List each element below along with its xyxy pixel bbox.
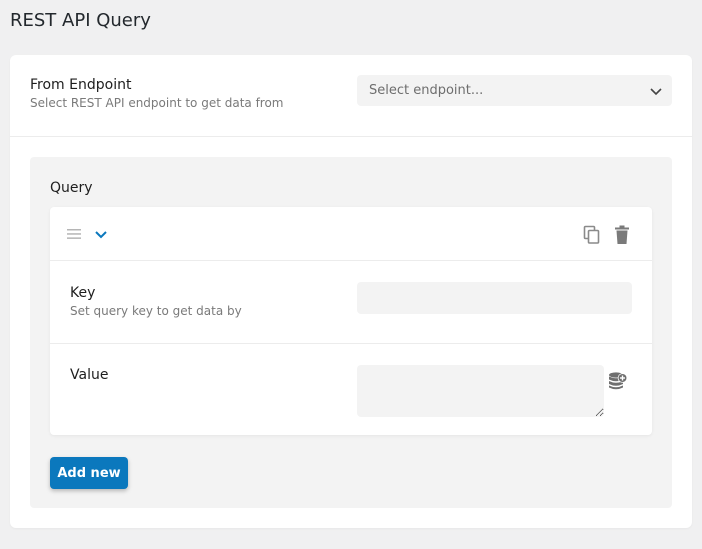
query-panel: Query Key Set query key to get data by V… xyxy=(30,157,672,508)
key-input[interactable] xyxy=(357,282,632,314)
page-title: REST API Query xyxy=(10,10,151,31)
trash-icon[interactable] xyxy=(613,225,631,245)
key-text: Key Set query key to get data by xyxy=(70,285,242,318)
key-help: Set query key to get data by xyxy=(70,304,242,318)
endpoint-select-placeholder: Select endpoint... xyxy=(369,83,484,98)
endpoint-row: From Endpoint Select REST API endpoint t… xyxy=(10,55,692,137)
endpoint-text: From Endpoint Select REST API endpoint t… xyxy=(30,77,284,110)
settings-card: From Endpoint Select REST API endpoint t… xyxy=(10,55,692,528)
value-row: Value xyxy=(50,345,652,435)
database-add-icon[interactable] xyxy=(608,371,628,391)
endpoint-label: From Endpoint xyxy=(30,77,132,93)
value-textarea[interactable] xyxy=(357,365,604,417)
chevron-down-icon xyxy=(650,88,662,96)
endpoint-select[interactable]: Select endpoint... xyxy=(357,75,672,106)
collapse-toggle-icon[interactable] xyxy=(94,227,108,241)
key-label: Key xyxy=(70,285,96,301)
value-text: Value xyxy=(70,367,108,383)
drag-handle-icon[interactable] xyxy=(67,228,81,240)
value-label: Value xyxy=(70,367,109,383)
copy-icon[interactable] xyxy=(583,225,601,245)
key-row: Key Set query key to get data by xyxy=(50,262,652,344)
repeater-item: Key Set query key to get data by Value xyxy=(50,207,652,435)
query-title: Query xyxy=(50,180,93,196)
endpoint-help: Select REST API endpoint to get data fro… xyxy=(30,96,284,110)
repeater-item-header xyxy=(50,207,652,261)
add-new-button[interactable]: Add new xyxy=(50,457,128,489)
